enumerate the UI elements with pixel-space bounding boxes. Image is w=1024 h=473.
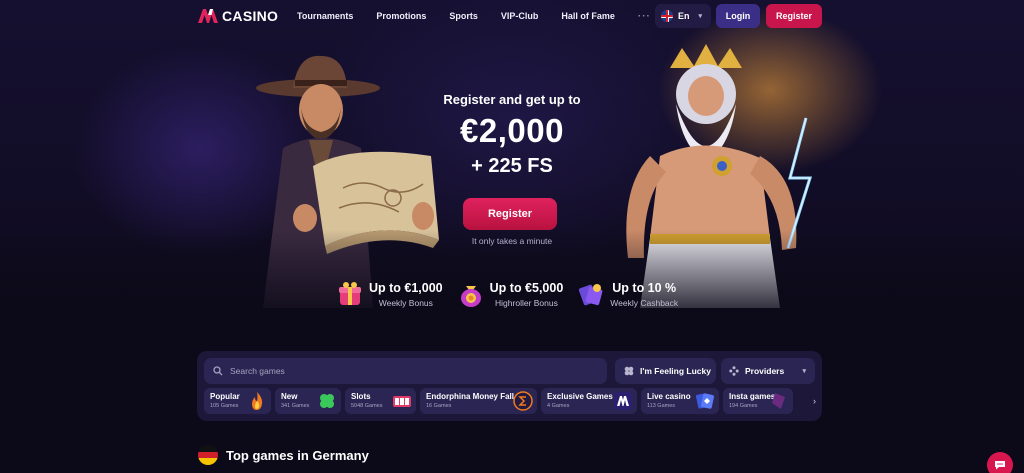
feeling-lucky-button[interactable]: I'm Feeling Lucky xyxy=(615,358,716,384)
chevron-down-icon: ▾ xyxy=(698,13,703,20)
category-new[interactable]: New 341 Games xyxy=(275,388,341,414)
slot-machine-icon xyxy=(393,396,411,407)
bonus-highroller[interactable]: Up to €5,000 Highroller Bonus xyxy=(457,280,564,308)
hero-register-button[interactable]: Register xyxy=(463,198,557,230)
category-insta-games[interactable]: Insta games 194 Games xyxy=(723,388,793,414)
exclusive-icon xyxy=(614,392,632,410)
nav-vip-club[interactable]: VIP-Club xyxy=(501,11,539,22)
category-list: Popular 105 Games New 341 Games Slots 50… xyxy=(204,388,815,414)
insta-icon xyxy=(772,393,785,409)
bonus-cashback-subtitle: Weekly Cashback xyxy=(610,297,679,308)
search-icon xyxy=(213,366,223,376)
category-endorphina[interactable]: Endorphina Money Fall 16 Games xyxy=(420,388,537,414)
logo-mark-icon xyxy=(198,9,218,23)
language-selector[interactable]: En ▾ xyxy=(655,4,711,28)
nav-sports[interactable]: Sports xyxy=(449,11,478,22)
search-box[interactable] xyxy=(204,358,607,384)
chevron-right-icon[interactable]: › xyxy=(813,396,816,406)
register-button[interactable]: Register xyxy=(766,4,822,28)
providers-icon xyxy=(729,366,739,376)
logo-text: CASINO xyxy=(222,8,279,24)
language-label: En xyxy=(678,11,690,21)
hero-bonus-amount: €2,000 xyxy=(460,112,564,149)
category-live-casino[interactable]: Live casino 113 Games xyxy=(641,388,719,414)
hero-subtitle: Register and get up to xyxy=(443,92,581,107)
uk-flag-icon xyxy=(661,10,673,22)
hero-free-spins: + 225 FS xyxy=(471,155,553,177)
search-input[interactable] xyxy=(230,366,590,376)
main-nav: Tournaments Promotions Sports VIP-Club H… xyxy=(297,11,651,22)
chevron-down-icon: ▾ xyxy=(802,368,806,375)
bonus-strip: Up to €1,000 Weekly Bonus Up to €5,000 H… xyxy=(336,280,692,308)
bonus-cashback-title: Up to 10 % xyxy=(612,280,677,295)
bonus-weekly-subtitle: Weekly Bonus xyxy=(378,297,433,308)
nav-hall-of-fame[interactable]: Hall of Fame xyxy=(561,11,615,22)
page: CASINO Tournaments Promotions Sports VIP… xyxy=(0,0,1024,473)
clover-icon xyxy=(320,394,334,408)
feeling-lucky-label: I'm Feeling Lucky xyxy=(640,366,711,376)
category-exclusive[interactable]: Exclusive Games 4 Games xyxy=(541,388,637,414)
chat-bubble-icon xyxy=(995,461,1005,470)
bonus-highroller-subtitle: Highroller Bonus xyxy=(495,297,558,308)
chat-button[interactable] xyxy=(987,452,1013,473)
bonus-cashback[interactable]: Up to 10 % Weekly Cashback xyxy=(577,280,678,308)
top-header: CASINO Tournaments Promotions Sports VIP… xyxy=(0,0,1024,32)
providers-label: Providers xyxy=(745,366,785,376)
endorphina-icon xyxy=(513,391,533,411)
gift-box-icon xyxy=(339,282,361,305)
bonus-highroller-title: Up to €5,000 xyxy=(489,280,564,295)
flame-icon xyxy=(252,392,263,410)
cards-icon xyxy=(696,393,714,409)
games-search-panel: I'm Feeling Lucky Providers ▾ Popular 10… xyxy=(197,351,822,421)
top-games-heading: Top games in Germany xyxy=(198,445,369,465)
providers-dropdown[interactable]: Providers ▾ xyxy=(721,358,815,384)
clover-icon xyxy=(624,366,634,376)
bonus-weekly-title: Up to €1,000 xyxy=(369,280,443,295)
money-bag-icon xyxy=(460,286,481,307)
login-button[interactable]: Login xyxy=(716,4,760,28)
top-games-title: Top games in Germany xyxy=(226,447,369,463)
cashback-icon xyxy=(579,284,603,306)
nav-more-icon[interactable]: ··· xyxy=(638,11,651,22)
bonus-weekly[interactable]: Up to €1,000 Weekly Bonus xyxy=(336,280,443,308)
category-popular[interactable]: Popular 105 Games xyxy=(204,388,271,414)
site-logo[interactable]: CASINO xyxy=(198,8,278,24)
hero-note: It only takes a minute xyxy=(471,236,553,246)
nav-promotions[interactable]: Promotions xyxy=(376,11,426,22)
category-slots[interactable]: Slots 5048 Games xyxy=(345,388,416,414)
nav-tournaments[interactable]: Tournaments xyxy=(297,11,353,22)
germany-flag-icon xyxy=(198,445,218,465)
